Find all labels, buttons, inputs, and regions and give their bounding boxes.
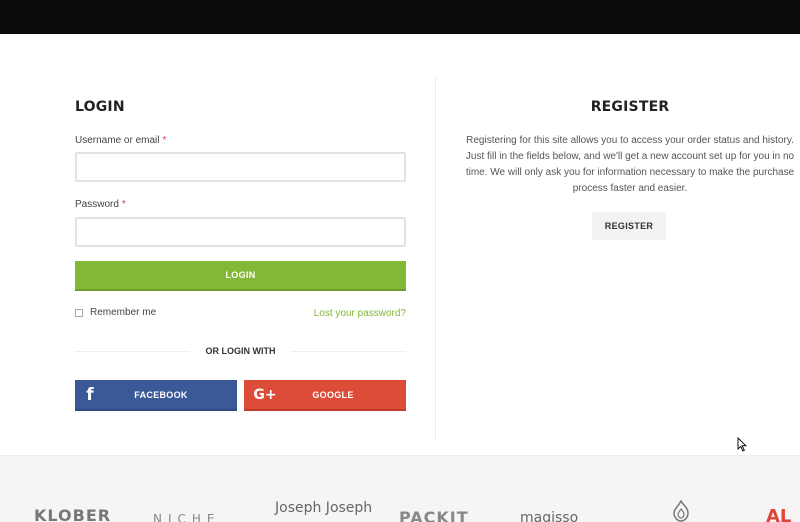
or-login-with-separator: OR LOGIN WITH [75, 346, 406, 358]
password-label: Password * [75, 199, 126, 210]
google-plus-icon: G+ [253, 386, 277, 403]
login-button[interactable]: LOGIN [75, 261, 406, 291]
brand-logos-strip: KLOBER NICHE Joseph Joseph PACKIT magiss… [0, 455, 800, 522]
lost-password-link[interactable]: Lost your password? [314, 308, 406, 319]
brand-logo-flame-icon[interactable] [670, 500, 692, 522]
remember-me-label: Remember me [90, 307, 157, 318]
facebook-icon: f [86, 384, 94, 405]
top-bar [0, 0, 800, 34]
remember-me-checkbox[interactable] [75, 308, 83, 317]
remember-me[interactable]: Remember me [75, 307, 156, 318]
password-label-text: Password [75, 199, 119, 210]
brand-logo-klober[interactable]: KLOBER [34, 506, 111, 522]
google-label: GOOGLE [312, 389, 354, 400]
brand-logo-magisso[interactable]: magisso [520, 510, 578, 522]
username-input[interactable] [75, 152, 406, 182]
brand-logo-niche[interactable]: NICHE [153, 512, 221, 522]
password-input[interactable] [75, 217, 406, 247]
register-description: Registering for this site allows you to … [465, 135, 795, 194]
username-label: Username or email * [75, 135, 166, 146]
separator-line-right [291, 351, 406, 352]
register-title: REGISTER [590, 99, 670, 115]
column-divider [435, 78, 436, 440]
google-login-button[interactable]: G+ GOOGLE [244, 380, 406, 411]
facebook-login-button[interactable]: f FACEBOOK [75, 380, 237, 411]
username-label-text: Username or email [75, 135, 160, 146]
brand-logo-partial[interactable]: AL [766, 506, 791, 522]
brand-logo-packit[interactable]: PACKIT [399, 508, 469, 522]
facebook-label: FACEBOOK [134, 389, 188, 400]
register-button[interactable]: REGISTER [592, 212, 666, 240]
required-mark: * [162, 135, 167, 146]
brand-logo-joseph-joseph[interactable]: Joseph Joseph [275, 501, 372, 515]
required-mark: * [121, 199, 126, 210]
login-title: LOGIN [75, 99, 125, 115]
mouse-pointer-icon [737, 437, 747, 452]
